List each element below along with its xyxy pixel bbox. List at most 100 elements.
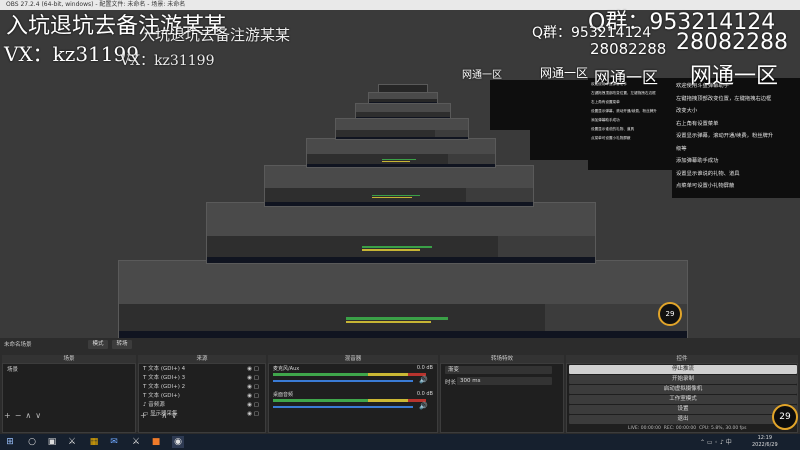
exit-button[interactable]: 退出 [569, 415, 797, 424]
mute-icon[interactable]: 🔊 [419, 376, 428, 384]
watermark-number: 28082288 [676, 30, 788, 55]
eye-icon[interactable]: ◉ ▢ [247, 365, 259, 373]
source-item[interactable]: ♪ 音频源 ◉ ▢ [143, 401, 261, 409]
csgo2-icon[interactable]: ⚔ [130, 436, 142, 448]
add-button[interactable]: + [140, 411, 151, 420]
mail-icon[interactable]: ✉ [108, 436, 120, 448]
danmaku-panel-large: 欢迎使用斗鱼弹幕助手 左键拖拽顶部改变位置，左键拖拽右边框 改变大小 右上角有设… [672, 78, 800, 198]
volume-slider[interactable] [273, 406, 413, 408]
clock-time: 12:19 [757, 435, 773, 441]
windows-icon[interactable]: ⊞ [4, 436, 16, 448]
move-up-button[interactable]: ∧ [25, 411, 35, 420]
mixer-header: 混音器 [268, 355, 438, 363]
overlay-line: 左键拖拽顶部改变位置，左键拖拽右边框 [591, 91, 656, 95]
scene-item[interactable]: 场景 [7, 366, 131, 374]
danmaku-panel-tiny [490, 80, 532, 130]
clock-date: 2022/6/29 [752, 442, 778, 448]
taskview-icon[interactable]: ▣ [46, 436, 58, 448]
settings-button[interactable]: 设置 [569, 405, 797, 414]
rec-status: REC: 00:00:00 [663, 426, 697, 431]
overlay-line: 设置显示谁说的礼物、道具 [591, 127, 635, 131]
overlay-line: 点菜单可设置小礼物屏蔽 [676, 183, 735, 189]
watermark-zone-4: 网通一区 [462, 70, 502, 81]
search-icon[interactable]: ○ [26, 436, 38, 448]
watermark-number-2: 28082288 [590, 40, 667, 58]
eye-icon[interactable]: ◉ ▢ [247, 401, 259, 409]
app-icon[interactable]: ■ [150, 436, 162, 448]
controls-header: 控件 [566, 355, 798, 363]
mixer-channel-name: 桌面音频 [273, 392, 294, 398]
move-down-button[interactable]: ∨ [171, 411, 181, 420]
duration-label: 时长 [445, 380, 457, 386]
csgo-icon[interactable]: ⚔ [66, 436, 78, 448]
eye-icon[interactable]: ◉ ▢ [247, 410, 259, 418]
mixer-channel-name: 麦克风/Aux [273, 366, 300, 372]
danmaku-panel-small [530, 80, 590, 160]
controls-dock: 停止推流 开始录制 启动虚拟摄像机 工作室模式 设置 退出 [566, 363, 798, 433]
stop-stream-button[interactable]: 停止推流 [569, 365, 797, 374]
overlay-line: 设置显示弹幕，滚动开通/续费，粉丝牌升 [676, 133, 774, 139]
overlay-line: 点菜单可设置小礼物屏蔽 [591, 136, 631, 140]
meter-green [273, 373, 368, 376]
overlay-badge-main: 29 [772, 404, 798, 430]
overlay-line: 设置显示谁说的礼物、道具 [676, 170, 740, 177]
mute-icon[interactable]: 🔊 [419, 402, 428, 410]
nested-frame-5 [335, 118, 469, 140]
source-toolbar: +−∧∨ [140, 411, 181, 420]
tab-mode[interactable]: 模式 [88, 340, 108, 349]
virtual-camera-button[interactable]: 启动虚拟摄像机 [569, 385, 797, 394]
scene-toolbar: +−∧∨ [4, 411, 45, 420]
watermark-zone-3: 网通一区 [540, 66, 589, 80]
eye-icon[interactable]: ◉ ▢ [247, 392, 259, 400]
clock[interactable]: 12:19 2022/6/29 [752, 435, 778, 449]
sources-dock: T 文本 (GDI+) 4 ◉ ▢ T 文本 (GDI+) 3 ◉ ▢ T 文本 (… [138, 363, 266, 433]
move-up-button[interactable]: ∧ [161, 411, 171, 420]
status-bar: LIVE: 00:00:00 REC: 00:00:00 CPU: 5.8%, … [628, 426, 746, 431]
eye-icon[interactable]: ◉ ▢ [247, 374, 259, 382]
move-down-button[interactable]: ∨ [35, 411, 45, 420]
nested-frame-6 [355, 103, 451, 119]
studio-mode-button[interactable]: 工作室模式 [569, 395, 797, 404]
cpu-status: CPU: 5.8%, 30.00 fps [698, 426, 747, 431]
nested-frame-4 [306, 138, 496, 168]
scenes-header: 场景 [2, 355, 136, 363]
mixer-channel-db: 0.0 dB [416, 391, 433, 397]
nested-frame-2 [206, 202, 596, 264]
source-item[interactable]: T 文本 (GDI+) ◉ ▢ [143, 392, 261, 400]
tab-transition[interactable]: 转场 [112, 340, 132, 349]
source-item[interactable]: T 文本 (GDI+) 4 ◉ ▢ [143, 365, 261, 373]
overlay-line: 右上角有设置菜单 [676, 120, 719, 127]
start-recording-button[interactable]: 开始录制 [569, 375, 797, 384]
overlay-line: 右上角有设置菜单 [591, 100, 620, 104]
overlay-line: 左键拖拽顶部改变位置，左键拖拽右边框 [676, 95, 772, 102]
nested-frame-3 [264, 165, 534, 207]
mixer-dock: 麦克风/Aux 0.0 dB 🔊 桌面音频 0.0 dB 🔊 [268, 363, 438, 433]
overlay-line: 添加弹幕助手成功 [591, 118, 620, 122]
danmaku-panel-medium: 欢迎使用斗鱼弹幕助手 左键拖拽顶部改变位置，左键拖拽右边框 右上角有设置菜单 设… [588, 78, 672, 170]
add-button[interactable]: + [4, 411, 15, 420]
tab-scene-collection[interactable]: 未命名场景 [4, 340, 32, 348]
overlay-line: 改变大小 [676, 108, 698, 114]
obs-icon[interactable]: ◉ [172, 436, 184, 448]
transitions-header: 转场特效 [440, 355, 564, 363]
transition-select[interactable]: 渐变 [445, 366, 552, 374]
source-item[interactable]: T 文本 (GDI+) 3 ◉ ▢ [143, 374, 261, 382]
source-item[interactable]: T 文本 (GDI+) 2 ◉ ▢ [143, 383, 261, 391]
nested-frame-1 [118, 260, 688, 338]
eye-icon[interactable]: ◉ ▢ [247, 383, 259, 391]
overlay-line: 添加弹幕助手成功 [676, 158, 719, 164]
sources-header: 来源 [138, 355, 266, 363]
windows-taskbar: ⊞ ○ ▣ ⚔ ▦ ✉ ⚔ ■ ◉ ⌃ ▭ ◦ ♪ 中 12:19 2022/6… [0, 434, 800, 450]
meter-yellow [368, 373, 408, 376]
remove-button[interactable]: − [151, 411, 162, 420]
volume-slider[interactable] [273, 380, 413, 382]
scenes-dock: 场景 [2, 363, 136, 433]
tray-icons[interactable]: ⌃ ▭ ◦ ♪ 中 [700, 437, 732, 446]
watermark-left-wx-2: VX：kz31199 [120, 53, 215, 69]
store-icon[interactable]: ▦ [88, 436, 100, 448]
remove-button[interactable]: − [15, 411, 26, 420]
watermark-left-title-2: 入坑退坑去备注游某某 [140, 26, 291, 44]
duration-input[interactable]: 300 ms [457, 377, 552, 385]
watermark-zone-2: 网通一区 [594, 68, 659, 87]
mixer-channel-db: 0.0 dB [416, 365, 433, 371]
